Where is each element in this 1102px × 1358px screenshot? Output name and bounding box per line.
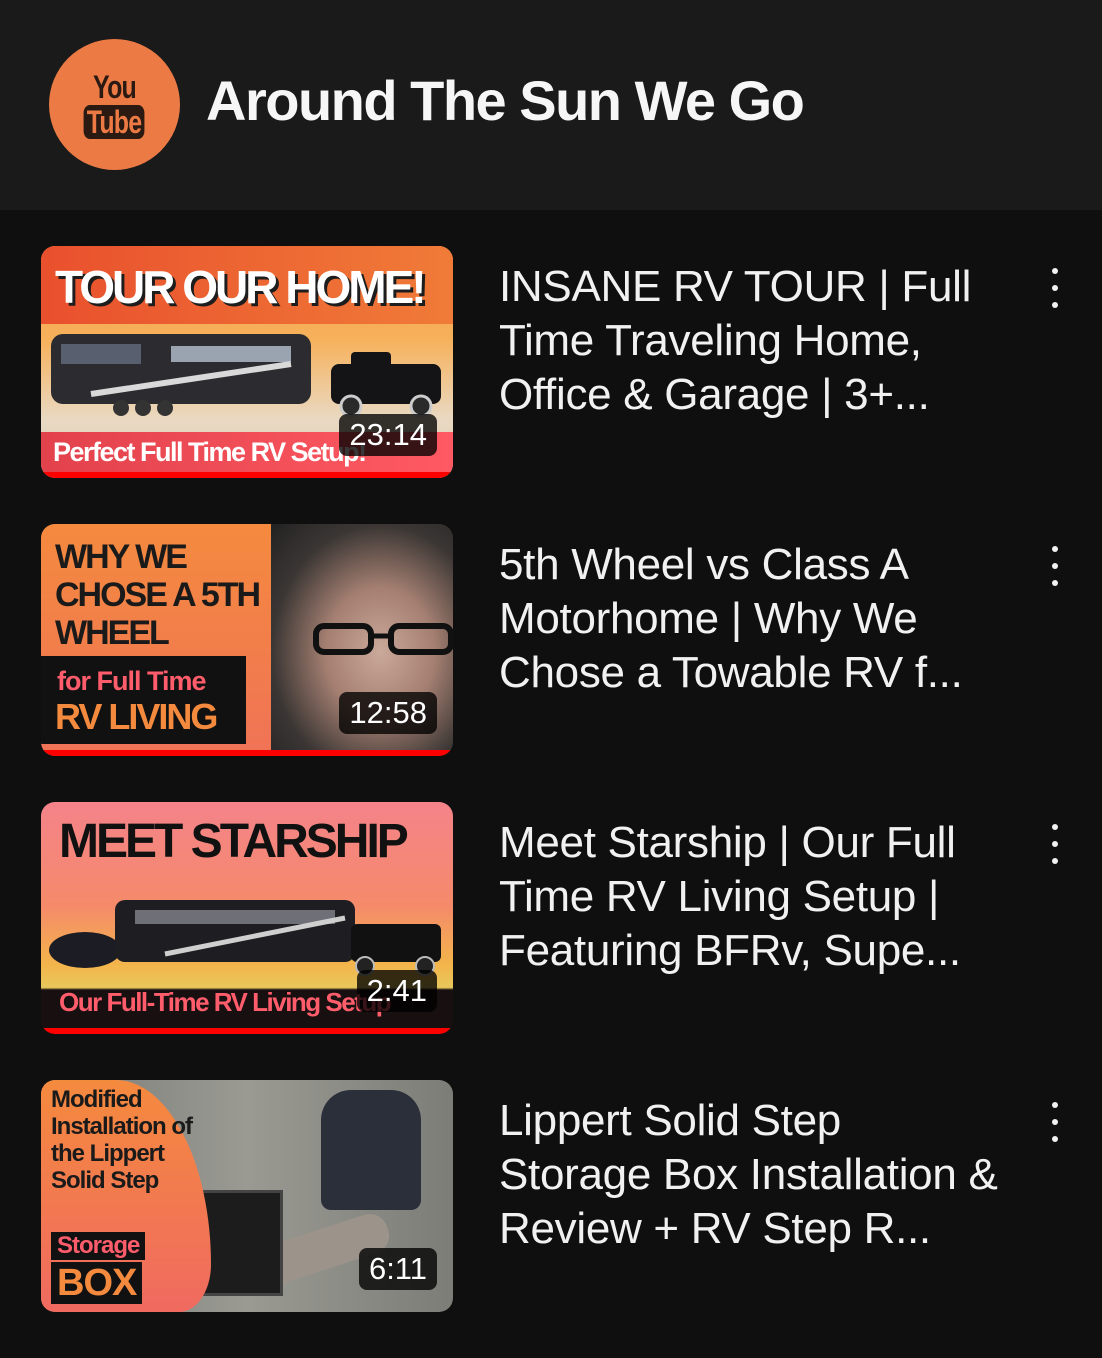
- rv-illustration: [49, 900, 441, 976]
- avatar-logo-you: You: [93, 68, 137, 105]
- thumbnail-caption-1: Storage: [51, 1232, 146, 1260]
- video-duration: 23:14: [339, 414, 437, 456]
- video-thumbnail[interactable]: WHY WE CHOSE A 5TH WHEEL for Full Time R…: [41, 524, 453, 756]
- thumbnail-headline: WHY WE CHOSE A 5TH WHEEL: [55, 538, 261, 652]
- thumbnail-caption: Perfect Full Time RV Setup!: [53, 437, 367, 467]
- video-title[interactable]: 5th Wheel vs Class A Motorhome | Why We …: [499, 538, 999, 700]
- video-title[interactable]: Lippert Solid Step Storage Box Installat…: [499, 1094, 999, 1256]
- video-duration: 12:58: [339, 692, 437, 734]
- thumbnail-headline: MEET STARSHIP: [59, 815, 409, 868]
- video-item[interactable]: Modified Installation of the Lippert Sol…: [0, 1080, 1102, 1312]
- thumbnail-headline: TOUR OUR HOME!: [55, 261, 427, 313]
- video-duration: 6:11: [358, 1248, 437, 1290]
- more-options-icon[interactable]: [1040, 1102, 1070, 1142]
- video-thumbnail[interactable]: TOUR OUR HOME! Perfect Full Time RV Setu…: [41, 246, 453, 478]
- more-options-icon[interactable]: [1040, 268, 1070, 308]
- video-duration: 2:41: [356, 970, 437, 1012]
- more-options-icon[interactable]: [1040, 824, 1070, 864]
- thumbnail-caption-2: BOX: [51, 1262, 143, 1304]
- video-title[interactable]: INSANE RV TOUR | Full Time Traveling Hom…: [499, 260, 999, 422]
- thumbnail-caption-2: RV LIVING: [55, 696, 218, 737]
- thumbnail-person: [321, 1090, 421, 1210]
- thumbnail-caption: Our Full-Time RV Living Setup: [59, 987, 392, 1017]
- glasses-illustration: [313, 623, 453, 655]
- thumbnail-headline: Modified Installation of the Lippert Sol…: [51, 1086, 193, 1194]
- watch-progress-bar: [41, 1028, 453, 1034]
- video-item[interactable]: MEET STARSHIP Our Full-Time RV Living Se…: [0, 802, 1102, 1034]
- channel-avatar[interactable]: You Tube: [49, 39, 180, 170]
- more-options-icon[interactable]: [1040, 546, 1070, 586]
- video-item[interactable]: TOUR OUR HOME! Perfect Full Time RV Setu…: [0, 246, 1102, 478]
- watch-progress-bar: [41, 472, 453, 478]
- rv-illustration: [51, 334, 441, 418]
- watch-progress-bar: [41, 750, 453, 756]
- channel-title[interactable]: Around The Sun We Go: [206, 68, 805, 133]
- avatar-logo-tube: Tube: [84, 104, 145, 139]
- channel-header: You Tube Around The Sun We Go: [0, 0, 1102, 210]
- video-item[interactable]: WHY WE CHOSE A 5TH WHEEL for Full Time R…: [0, 524, 1102, 756]
- thumbnail-caption-1: for Full Time: [57, 666, 207, 696]
- video-thumbnail[interactable]: Modified Installation of the Lippert Sol…: [41, 1080, 453, 1312]
- video-title[interactable]: Meet Starship | Our Full Time RV Living …: [499, 816, 999, 978]
- video-thumbnail[interactable]: MEET STARSHIP Our Full-Time RV Living Se…: [41, 802, 453, 1034]
